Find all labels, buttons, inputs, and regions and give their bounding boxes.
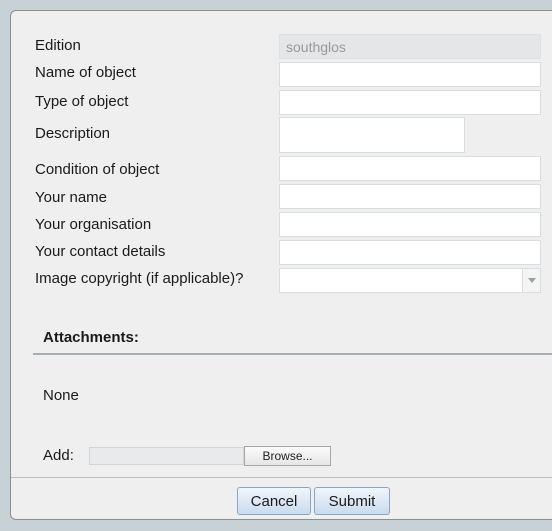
condition-of-object-field[interactable] — [279, 156, 541, 181]
description-label: Description — [35, 125, 111, 142]
image-copyright-select[interactable] — [279, 268, 541, 293]
cancel-button[interactable]: Cancel — [237, 487, 311, 515]
name-of-object-field[interactable] — [279, 62, 541, 87]
your-name-field[interactable] — [279, 184, 541, 209]
your-name-label: Your name — [35, 189, 107, 206]
your-contact-details-label: Your contact details — [35, 243, 166, 260]
add-attachment-label: Add: — [43, 447, 74, 464]
attachments-heading: Attachments: — [43, 329, 139, 346]
type-of-object-label: Type of object — [35, 93, 129, 110]
attachments-divider — [33, 353, 552, 355]
type-of-object-field[interactable] — [279, 90, 541, 115]
condition-of-object-label: Condition of object — [35, 161, 160, 178]
chevron-down-icon — [528, 278, 536, 283]
your-organisation-field[interactable] — [279, 212, 541, 237]
file-path-field[interactable] — [89, 447, 244, 465]
edition-field — [279, 34, 541, 59]
description-field[interactable] — [279, 117, 465, 153]
upload-form-panel: Edition Name of object Type of object De… — [10, 10, 552, 520]
edition-label: Edition — [35, 37, 81, 54]
name-of-object-label: Name of object — [35, 64, 136, 81]
your-contact-details-field[interactable] — [279, 240, 541, 265]
image-copyright-label: Image copyright (if applicable)? — [35, 270, 244, 287]
dropdown-button[interactable] — [522, 269, 540, 292]
browse-button[interactable]: Browse... — [244, 446, 331, 466]
submit-button[interactable]: Submit — [314, 487, 390, 515]
footer-divider — [11, 477, 552, 478]
attachments-status: None — [43, 387, 79, 404]
your-organisation-label: Your organisation — [35, 216, 152, 233]
